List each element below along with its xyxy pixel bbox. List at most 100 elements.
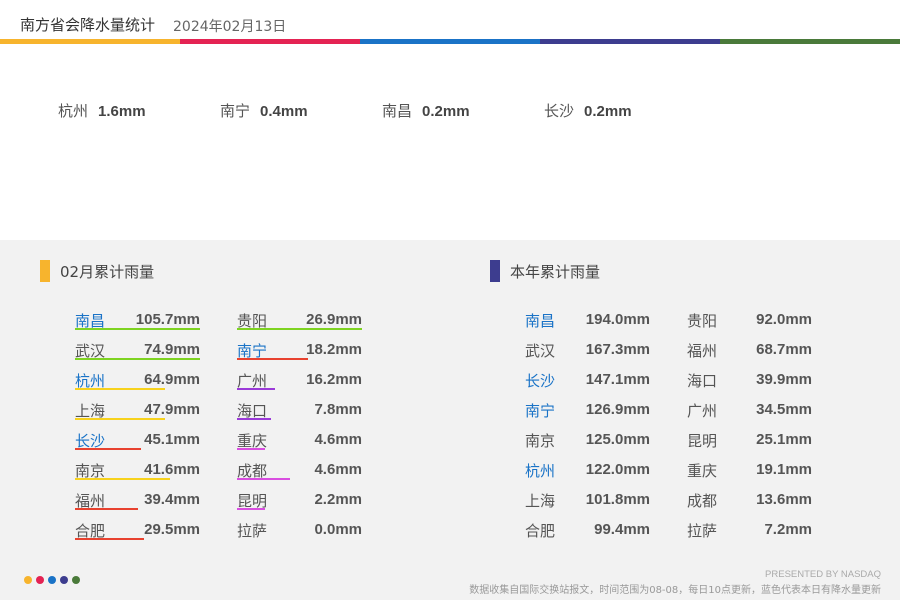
city-name: 成都 bbox=[687, 492, 718, 510]
rainfall-row: 南昌 105.7mm bbox=[75, 308, 200, 338]
rainfall-value: 41.6mm bbox=[144, 461, 200, 478]
city-name: 合肥 bbox=[525, 522, 556, 540]
today-value: 1.6mm bbox=[98, 103, 146, 120]
rainfall-row: 南昌 194.0mm bbox=[525, 308, 650, 338]
rainfall-row: 合肥 99.4mm bbox=[525, 518, 650, 548]
rainfall-row: 重庆 19.1mm bbox=[687, 458, 812, 488]
data-source-note: 数据收集自国际交换站报文，时间范围为08-08，每日10点更新，蓝色代表本日有降… bbox=[469, 585, 881, 596]
rainfall-value: 26.9mm bbox=[306, 311, 362, 328]
rainfall-row: 长沙 147.1mm bbox=[525, 368, 650, 398]
stripe-segment bbox=[720, 39, 900, 44]
credit-text: PRESENTED BY NASDAQ bbox=[765, 569, 881, 580]
cumulative-section: 02月累计雨量 南昌 105.7mm 武汉 74.9mm 杭州 64.9mm 上海 47.9m… bbox=[0, 240, 900, 600]
city-name: 贵阳 bbox=[687, 312, 718, 330]
rainfall-value: 105.7mm bbox=[135, 311, 200, 328]
rainfall-row: 上海 47.9mm bbox=[75, 398, 200, 428]
rainfall-value: 4.6mm bbox=[314, 461, 362, 478]
rainfall-row: 南宁 126.9mm bbox=[525, 398, 650, 428]
today-item: 南宁 0.4mm bbox=[220, 100, 382, 121]
rainfall-underline bbox=[237, 418, 271, 420]
yearly-panel-title: 本年累计雨量 bbox=[510, 262, 601, 281]
rainfall-value: 126.9mm bbox=[585, 401, 650, 418]
today-item: 长沙 0.2mm bbox=[544, 100, 706, 121]
rainfall-value: 39.9mm bbox=[756, 371, 812, 388]
rainfall-underline bbox=[237, 508, 265, 510]
rainfall-row: 合肥 29.5mm bbox=[75, 518, 200, 548]
rainfall-value: 45.1mm bbox=[144, 431, 200, 448]
footer-dot bbox=[48, 576, 56, 584]
rainfall-underline bbox=[75, 448, 142, 450]
city-name: 拉萨 bbox=[237, 522, 268, 540]
rainfall-row: 昆明 2.2mm bbox=[237, 488, 362, 518]
rainfall-row: 海口 39.9mm bbox=[687, 368, 812, 398]
rainfall-row: 福州 39.4mm bbox=[75, 488, 200, 518]
city-name: 南昌 bbox=[525, 312, 556, 330]
city-name: 南宁 bbox=[525, 402, 556, 420]
stripe-segment bbox=[540, 39, 720, 44]
footer-dot bbox=[36, 576, 44, 584]
rainfall-value: 16.2mm bbox=[306, 371, 362, 388]
yearly-panel-header: 本年累计雨量 bbox=[490, 260, 600, 282]
color-stripe bbox=[0, 39, 900, 44]
footer-color-dots bbox=[24, 576, 84, 584]
rainfall-value: 2.2mm bbox=[314, 491, 362, 508]
rainfall-underline bbox=[237, 478, 290, 480]
rainfall-underline bbox=[75, 418, 165, 420]
rainfall-value: 74.9mm bbox=[144, 341, 200, 358]
monthly-panel-title: 02月累计雨量 bbox=[60, 262, 155, 281]
rainfall-value: 13.6mm bbox=[756, 491, 812, 508]
rainfall-underline bbox=[75, 388, 165, 390]
rainfall-row: 南京 41.6mm bbox=[75, 458, 200, 488]
rainfall-row: 贵阳 26.9mm bbox=[237, 308, 362, 338]
rainfall-row: 南京 125.0mm bbox=[525, 428, 650, 458]
rainfall-underline bbox=[75, 358, 200, 360]
rainfall-value: 19.1mm bbox=[756, 461, 812, 478]
city-name: 杭州 bbox=[525, 462, 556, 480]
monthly-color-marker bbox=[40, 260, 50, 282]
rainfall-row: 福州 68.7mm bbox=[687, 338, 812, 368]
city-name: 武汉 bbox=[525, 342, 556, 360]
rainfall-value: 47.9mm bbox=[144, 401, 200, 418]
page-header: 南方省会降水量统计 2024年02月13日 bbox=[0, 0, 900, 45]
rainfall-underline bbox=[237, 448, 265, 450]
city-name: 上海 bbox=[525, 492, 556, 510]
city-name: 重庆 bbox=[687, 462, 718, 480]
rainfall-value: 194.0mm bbox=[585, 311, 650, 328]
stripe-segment bbox=[0, 39, 180, 44]
rainfall-value: 7.2mm bbox=[764, 521, 812, 538]
city-name: 长沙 bbox=[525, 372, 556, 390]
stripe-segment bbox=[360, 39, 540, 44]
rainfall-value: 25.1mm bbox=[756, 431, 812, 448]
rainfall-row: 南宁 18.2mm bbox=[237, 338, 362, 368]
rainfall-value: 34.5mm bbox=[756, 401, 812, 418]
footer-dot bbox=[60, 576, 68, 584]
yearly-column-2: 贵阳 92.0mm 福州 68.7mm 海口 39.9mm 广州 34.5mm 昆明 25.1mm… bbox=[687, 308, 812, 548]
today-value: 0.2mm bbox=[422, 103, 470, 120]
rainfall-value: 99.4mm bbox=[594, 521, 650, 538]
today-city: 长沙 bbox=[544, 102, 575, 120]
rainfall-row: 杭州 64.9mm bbox=[75, 368, 200, 398]
rainfall-underline bbox=[75, 508, 138, 510]
today-rainfall-list: 杭州 1.6mm 南宁 0.4mm 南昌 0.2mm 长沙 0.2mm bbox=[58, 100, 706, 121]
rainfall-value: 29.5mm bbox=[144, 521, 200, 538]
today-value: 0.4mm bbox=[260, 103, 308, 120]
rainfall-row: 贵阳 92.0mm bbox=[687, 308, 812, 338]
rainfall-row: 成都 13.6mm bbox=[687, 488, 812, 518]
rainfall-underline bbox=[75, 538, 144, 540]
today-city: 杭州 bbox=[58, 102, 89, 120]
rainfall-value: 167.3mm bbox=[585, 341, 650, 358]
rainfall-underline bbox=[75, 328, 200, 330]
rainfall-row: 广州 34.5mm bbox=[687, 398, 812, 428]
rainfall-underline bbox=[237, 358, 309, 360]
monthly-column-1: 南昌 105.7mm 武汉 74.9mm 杭州 64.9mm 上海 47.9mm 长沙 45.1m… bbox=[75, 308, 200, 548]
rainfall-row: 武汉 167.3mm bbox=[525, 338, 650, 368]
rainfall-value: 122.0mm bbox=[585, 461, 650, 478]
monthly-column-2: 贵阳 26.9mm 南宁 18.2mm 广州 16.2mm 海口 7.8mm 重庆 4.6mm 成都… bbox=[237, 308, 362, 548]
yearly-color-marker bbox=[490, 260, 500, 282]
city-name: 福州 bbox=[687, 342, 718, 360]
today-value: 0.2mm bbox=[584, 103, 632, 120]
rainfall-value: 7.8mm bbox=[314, 401, 362, 418]
rainfall-row: 拉萨 0.0mm bbox=[237, 518, 362, 548]
rainfall-value: 64.9mm bbox=[144, 371, 200, 388]
city-name: 广州 bbox=[687, 402, 718, 420]
